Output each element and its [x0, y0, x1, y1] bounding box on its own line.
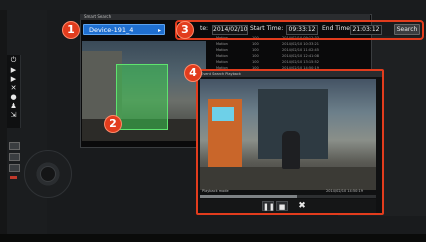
tools-icon[interactable]: ✕: [9, 84, 18, 92]
layout-button-2[interactable]: [9, 153, 20, 161]
result-type: Motion: [216, 42, 228, 46]
play-icon[interactable]: ▶: [9, 66, 18, 74]
play-frame-icon[interactable]: ▶: [9, 75, 18, 83]
chevron-right-icon: ▸: [157, 27, 161, 34]
record-indicator: [10, 176, 17, 179]
bottom-status-strip: [0, 234, 426, 242]
user-icon[interactable]: ♟: [9, 102, 18, 110]
result-type: Motion: [216, 48, 228, 52]
result-type: Motion: [216, 60, 228, 64]
playback-mode-text: Playback mode: [202, 189, 229, 193]
result-channel: 100: [252, 48, 259, 52]
table-row[interactable]: Motion 100 2014/02/10 11:02:45: [212, 48, 338, 53]
close-icon[interactable]: ✖: [296, 201, 308, 211]
result-time: 2014/02/10 12:41:08: [282, 54, 320, 58]
motion-detection-area[interactable]: [116, 64, 168, 130]
playback-title: Event Search Playback: [198, 71, 382, 77]
result-type: Motion: [216, 54, 228, 58]
vertical-toolbar: ⏻ ▶ ▶ ✕ ● ♟ ⇲: [7, 55, 21, 128]
info-icon[interactable]: ●: [9, 93, 18, 101]
table-row[interactable]: Motion 100 2014/02/10 10:33:21: [212, 42, 338, 47]
pause-button[interactable]: ❚❚: [262, 201, 275, 211]
camera-select-dropdown[interactable]: Device-191_4 ▸: [83, 24, 165, 35]
result-channel: 100: [252, 60, 259, 64]
export-icon[interactable]: ⇲: [9, 111, 18, 119]
playback-seek-progress: [200, 195, 297, 198]
layout-button-3[interactable]: [9, 164, 20, 172]
callout-marker-2: 2: [104, 115, 122, 133]
power-icon[interactable]: ⏻: [9, 56, 18, 64]
table-row[interactable]: Motion 100 2014/02/10 13:15:52: [212, 60, 338, 65]
result-time: 2014/02/10 13:15:52: [282, 60, 320, 64]
ptz-center-button[interactable]: [40, 166, 56, 182]
filter-highlight-outline: [175, 20, 424, 40]
result-time: 2014/02/10 10:33:21: [282, 42, 320, 46]
callout-marker-4: 4: [184, 64, 202, 82]
stop-button[interactable]: ■: [276, 201, 288, 211]
scene-person: [282, 131, 300, 169]
callout-marker-1: 1: [62, 21, 80, 39]
playback-controls: [200, 199, 376, 213]
playback-status-bar: Playback mode 2014/02/10 14:50:19: [200, 189, 376, 194]
result-channel: 100: [252, 42, 259, 46]
layout-button-1[interactable]: [9, 142, 20, 150]
scene-kiosk-screen: [212, 107, 234, 121]
result-channel: 100: [252, 54, 259, 58]
table-row[interactable]: Motion 100 2014/02/10 12:41:08: [212, 54, 338, 59]
playback-timestamp: 2014/02/10 14:50:19: [326, 189, 364, 193]
scene-floor: [200, 167, 376, 190]
playback-video[interactable]: [200, 79, 376, 190]
callout-marker-3: 3: [176, 21, 194, 39]
camera-select-value: Device-191_4: [89, 26, 134, 34]
result-time: 2014/02/10 11:02:45: [282, 48, 320, 52]
